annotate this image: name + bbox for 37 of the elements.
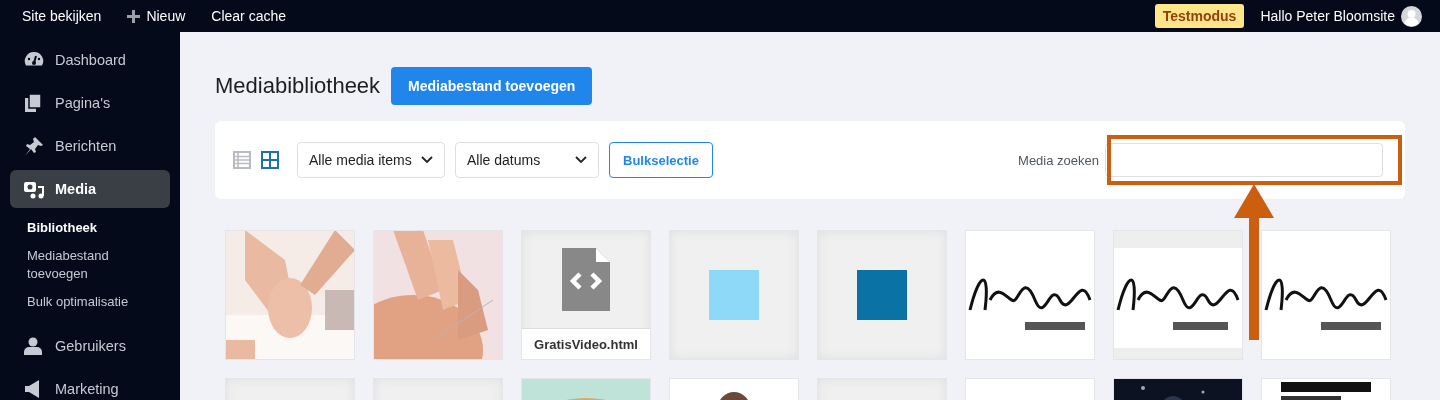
menu-item[interactable]: Pagina's bbox=[10, 84, 170, 122]
media-tile[interactable] bbox=[669, 230, 799, 360]
search-field[interactable] bbox=[1105, 143, 1383, 177]
chevron-icon bbox=[575, 156, 587, 164]
code-file-icon bbox=[562, 248, 610, 311]
list-view-icon[interactable] bbox=[233, 151, 251, 169]
bulk-select-button[interactable]: Bulkselectie bbox=[609, 142, 713, 178]
grid-view-icon[interactable] bbox=[261, 151, 279, 169]
plus-icon bbox=[127, 9, 141, 23]
pin-icon bbox=[24, 136, 43, 156]
submenu-item[interactable]: Bibliotheek bbox=[27, 219, 147, 237]
new-link[interactable]: Nieuw bbox=[127, 8, 186, 24]
search-label: Media zoeken bbox=[1018, 152, 1099, 168]
media-tile[interactable] bbox=[817, 230, 947, 360]
submenu-item[interactable]: Mediabestand toevoegen bbox=[27, 247, 147, 283]
chevron-icon bbox=[421, 156, 433, 164]
user-greeting[interactable]: Hallo Peter Bloomsite bbox=[1260, 8, 1395, 24]
menu-item[interactable]: Berichten bbox=[10, 127, 170, 165]
submenu-item[interactable]: Bulk optimalisatie bbox=[27, 293, 147, 311]
gauge-icon bbox=[24, 51, 44, 69]
pages-icon bbox=[24, 94, 42, 112]
add-media-button[interactable]: Mediabestand toevoegen bbox=[391, 67, 593, 105]
toolbar-link[interactable]: Clear cache bbox=[211, 8, 286, 24]
menu-item[interactable]: Dashboard bbox=[10, 41, 170, 79]
mode-badge: Testmodus bbox=[1154, 4, 1245, 28]
file-name: GratisVideo.html bbox=[522, 328, 650, 359]
page-title: Mediabibliotheek bbox=[215, 73, 381, 99]
media-icon bbox=[24, 179, 45, 199]
avatar-icon[interactable] bbox=[1401, 5, 1422, 27]
filter-dropdown[interactable]: Alle datums bbox=[455, 142, 599, 178]
menu-item[interactable]: Gebruikers bbox=[10, 327, 170, 365]
menu-item[interactable]: Marketing bbox=[10, 370, 170, 400]
filter-dropdown[interactable]: Alle media items bbox=[297, 142, 445, 178]
toolbar-link[interactable]: Site bekijken bbox=[22, 8, 102, 24]
media-tile[interactable]: GratisVideo.html bbox=[521, 230, 651, 360]
menu-item[interactable]: Media bbox=[10, 170, 170, 208]
person-icon bbox=[24, 337, 42, 355]
